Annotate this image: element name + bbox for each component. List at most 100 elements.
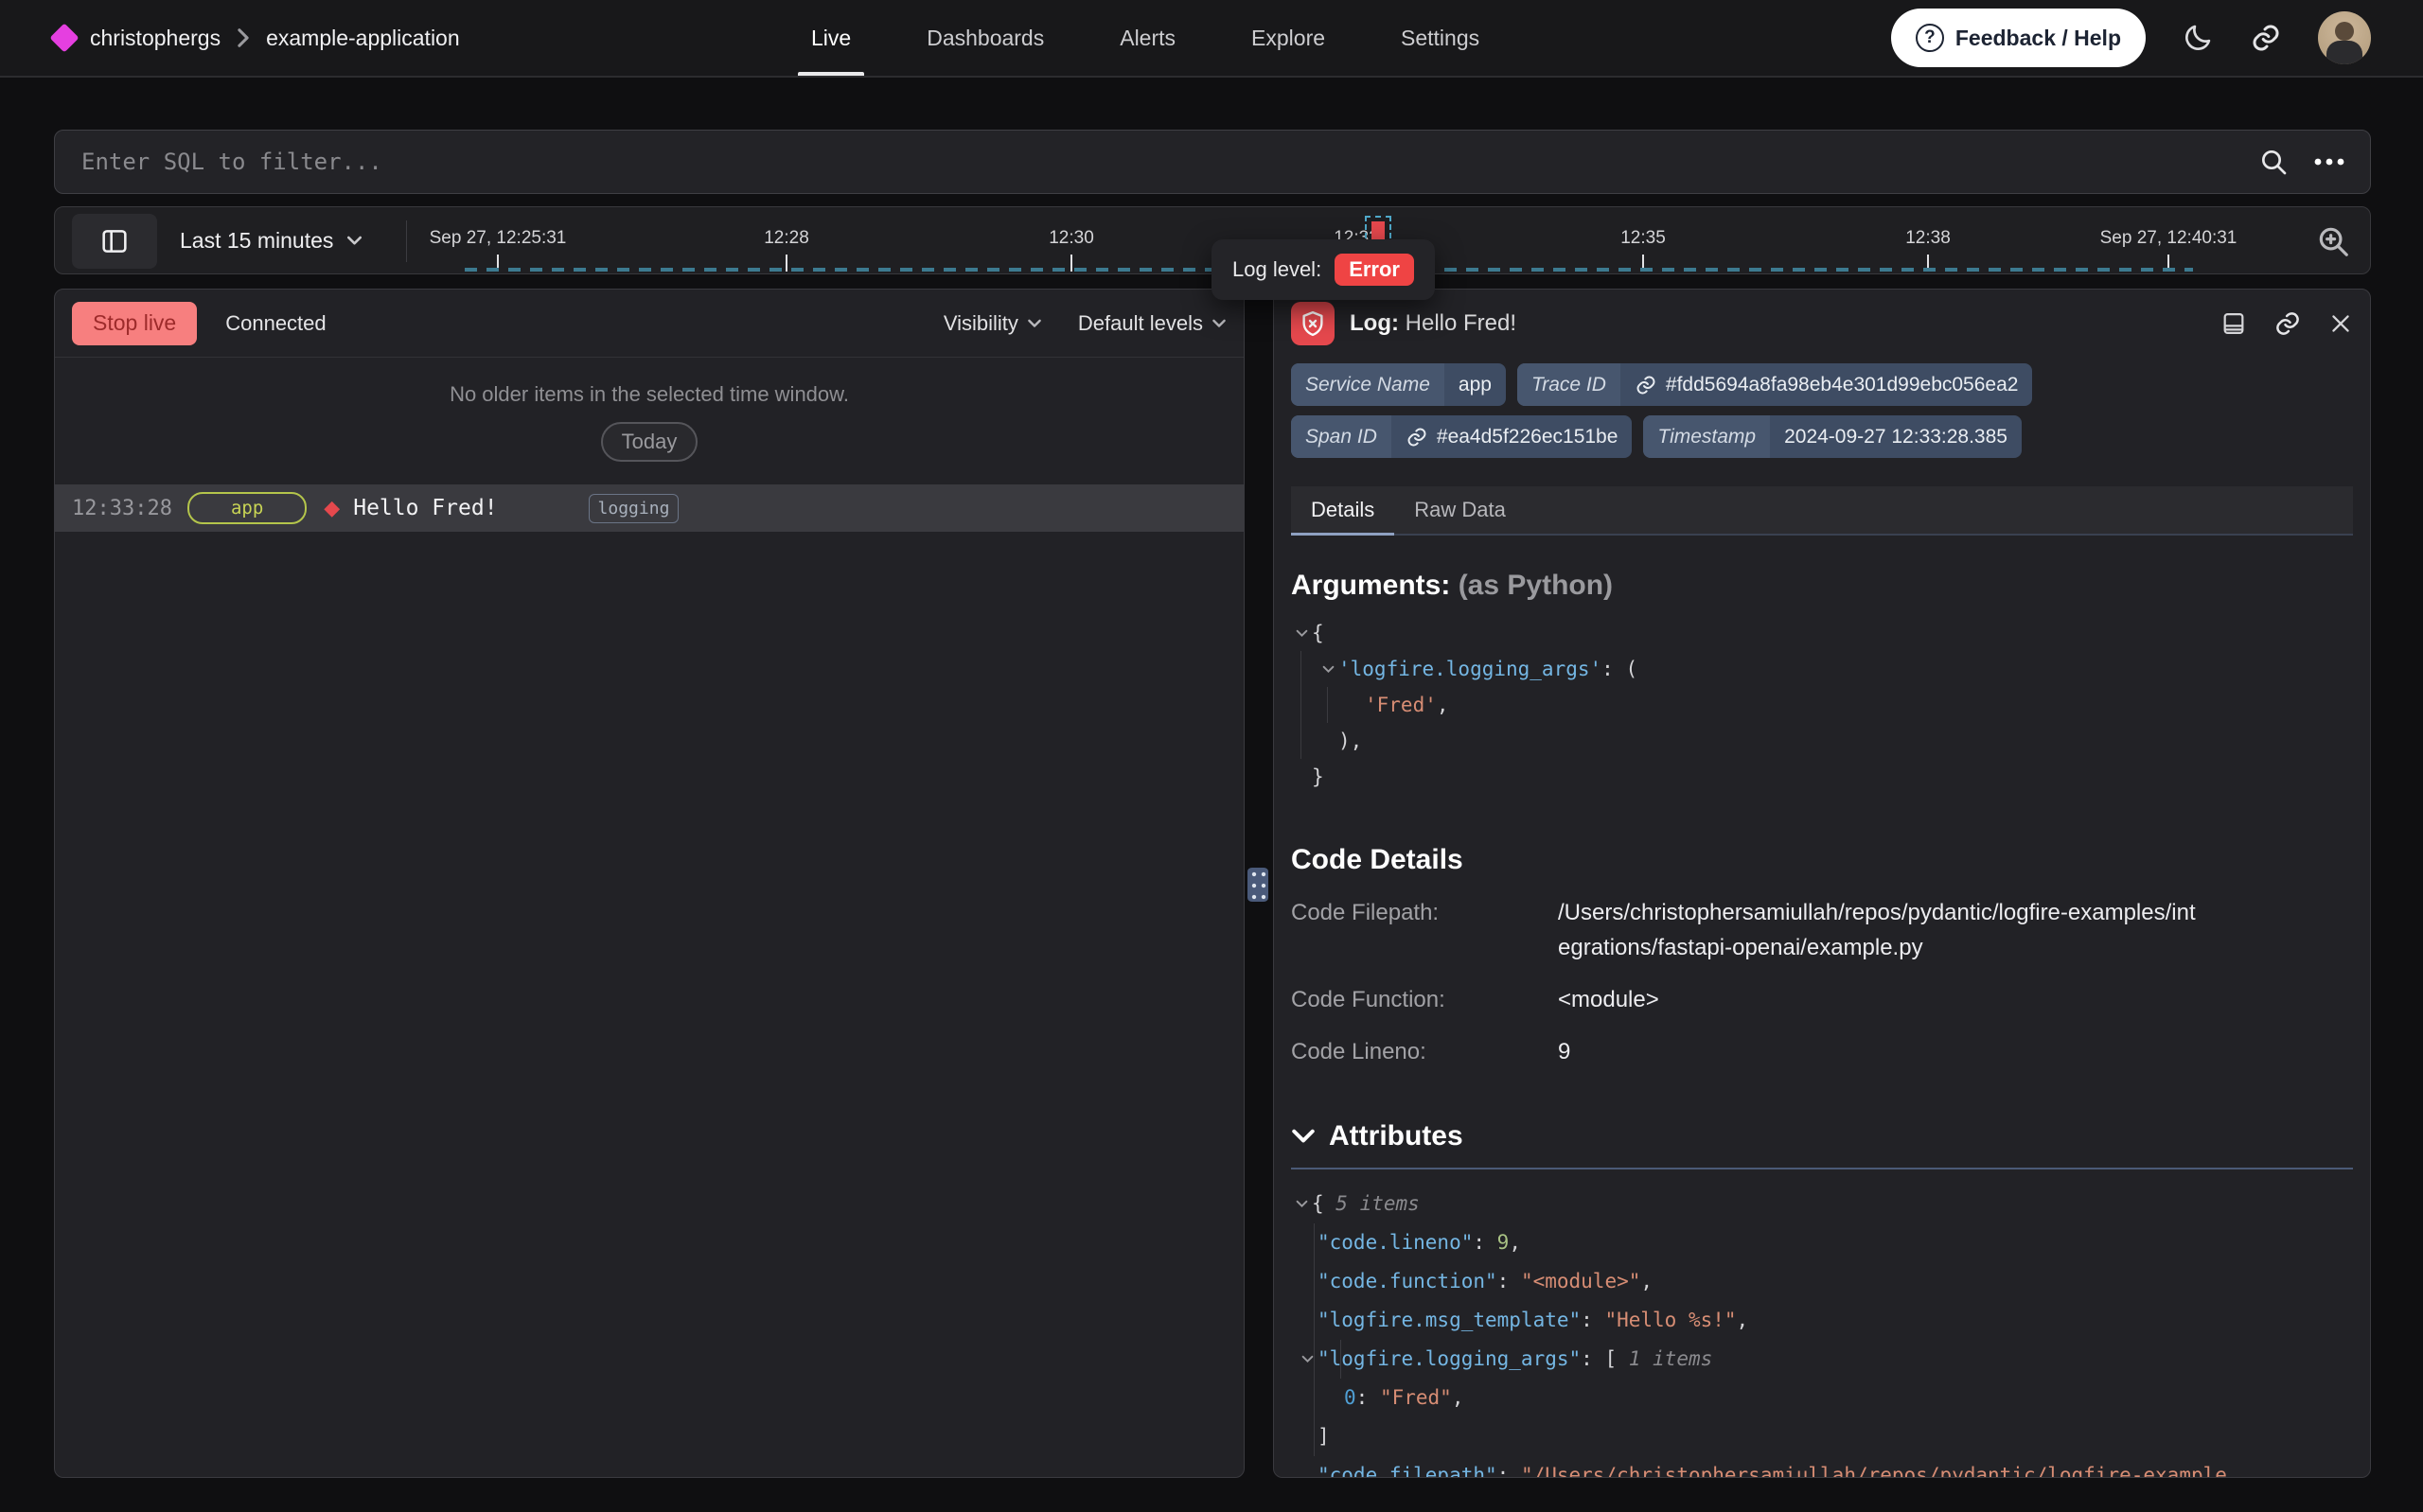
moon-icon	[2182, 22, 2214, 54]
trace-id-value: #fdd5694a8fa98eb4e301d99ebc056ea2	[1666, 374, 2019, 396]
tab-raw-data[interactable]: Raw Data	[1394, 486, 1526, 534]
timeline-tick-label: 12:38	[1905, 228, 1951, 249]
lineno-label: Code Lineno:	[1291, 1034, 1558, 1069]
today-button[interactable]: Today	[601, 422, 699, 462]
connection-status: Connected	[225, 311, 326, 336]
log-title-prefix: Log:	[1350, 310, 1399, 336]
default-levels-label: Default levels	[1078, 311, 1203, 336]
code-details-heading: Code Details	[1291, 844, 2353, 876]
service-badge[interactable]: app	[187, 492, 307, 524]
breadcrumb-org[interactable]: christophergs	[90, 26, 221, 51]
empty-window-message: No older items in the selected time wind…	[55, 382, 1244, 407]
log-row-selected[interactable]: 12:33:28 app ◆ Hello Fred! logging	[55, 484, 1244, 532]
feedback-help-button[interactable]: ? Feedback / Help	[1891, 9, 2146, 67]
code-text: ,	[1640, 1262, 1653, 1301]
time-range-label: Last 15 minutes	[180, 228, 333, 254]
arguments-heading-sub: (as Python)	[1459, 570, 1613, 601]
dark-mode-toggle[interactable]	[2182, 22, 2214, 54]
search-icon[interactable]	[2258, 147, 2289, 177]
visibility-dropdown[interactable]: Visibility	[944, 311, 1042, 336]
log-timestamp: 12:33:28	[72, 497, 172, 520]
divider	[406, 220, 407, 262]
code-text: ,	[1509, 1223, 1521, 1262]
badge-label: Span ID	[1291, 415, 1391, 458]
code-string: 'Fred'	[1365, 687, 1437, 723]
timeline-tick-label: Sep 27, 12:25:31	[430, 228, 567, 249]
chevron-right-icon	[236, 27, 251, 48]
code-text: ,	[1452, 1379, 1464, 1417]
tab-details[interactable]: Details	[1291, 486, 1394, 534]
time-range-selector[interactable]: Last 15 minutes	[180, 207, 363, 273]
code-string: "Fred"	[1380, 1379, 1452, 1417]
zoom-in-icon	[2315, 223, 2351, 259]
timestamp-value: 2024-09-27 12:33:28.385	[1770, 415, 2022, 458]
feedback-help-label: Feedback / Help	[1955, 26, 2121, 51]
service-name-badge[interactable]: Service Name app	[1291, 363, 1506, 406]
error-shield-icon	[1291, 302, 1335, 345]
timestamp-badge[interactable]: Timestamp 2024-09-27 12:33:28.385	[1643, 415, 2022, 458]
code-text: ,	[1437, 687, 1449, 723]
code-number: 9	[1497, 1223, 1510, 1262]
code-key: "logfire.logging_args"	[1318, 1340, 1581, 1379]
lineno-value: 9	[1558, 1034, 2353, 1069]
sidebar-toggle-button[interactable]	[72, 214, 157, 269]
collapse-toggle-icon[interactable]	[1291, 1200, 1312, 1208]
timeline-tick-label: 12:30	[1049, 228, 1094, 249]
arguments-heading: Arguments: (as Python)	[1291, 570, 2353, 602]
code-text: :	[1473, 1223, 1496, 1262]
close-icon[interactable]	[2328, 311, 2353, 336]
panel-resize-grip[interactable]	[1244, 863, 1272, 906]
code-key: "code.function"	[1318, 1262, 1497, 1301]
badge-label: Service Name	[1291, 363, 1444, 406]
badge-label: Trace ID	[1517, 363, 1620, 406]
trace-id-badge[interactable]: Trace ID #fdd5694a8fa98eb4e301d99ebc056e…	[1517, 363, 2033, 406]
log-detail-title: Log: Hello Fred!	[1350, 310, 1516, 337]
code-text: ),	[1338, 723, 1362, 759]
code-text: :	[1497, 1262, 1521, 1301]
code-text: }	[1312, 759, 1324, 795]
attributes-section-toggle[interactable]: Attributes	[1291, 1120, 2353, 1152]
link-icon	[1635, 374, 1657, 396]
timeline-tick-label: 12:35	[1620, 228, 1666, 249]
breadcrumb-project[interactable]: example-application	[266, 26, 460, 51]
tab-settings[interactable]: Settings	[1401, 0, 1479, 76]
code-details-rows: Code Filepath: /Users/christophersamiull…	[1291, 895, 2353, 1069]
log-title-text: Hello Fred!	[1406, 310, 1516, 336]
tab-explore[interactable]: Explore	[1251, 0, 1325, 76]
timeline-tick-label: Sep 27, 12:40:31	[2100, 228, 2237, 249]
code-string: "/Users/christophersamiullah/repos/pydan…	[1521, 1456, 2227, 1478]
live-feed-toolbar: Stop live Connected Visibility Default l…	[55, 290, 1244, 358]
collapse-toggle-icon[interactable]	[1318, 665, 1338, 674]
function-label: Code Function:	[1291, 982, 1558, 1017]
sql-filter-input[interactable]	[55, 131, 2258, 193]
code-string: "<module>"	[1521, 1262, 1640, 1301]
dock-panel-icon[interactable]	[2220, 310, 2247, 337]
logging-tag[interactable]: logging	[589, 494, 680, 523]
share-link-button[interactable]	[2250, 22, 2282, 54]
panel-left-icon	[99, 226, 130, 256]
more-options-icon[interactable]	[2313, 156, 2345, 167]
user-avatar[interactable]	[2318, 11, 2371, 64]
tab-dashboards[interactable]: Dashboards	[927, 0, 1044, 76]
log-detail-header: Log: Hello Fred!	[1274, 290, 2370, 358]
collapse-toggle-icon[interactable]	[1291, 629, 1312, 638]
help-icon: ?	[1916, 24, 1944, 52]
span-id-badge[interactable]: Span ID #ea4d5f226ec151be	[1291, 415, 1632, 458]
span-id-value: #ea4d5f226ec151be	[1437, 426, 1618, 448]
logfire-logo-icon[interactable]	[49, 23, 79, 52]
default-levels-dropdown[interactable]: Default levels	[1078, 311, 1227, 336]
divider	[1291, 1168, 2353, 1169]
zoom-in-button[interactable]	[2315, 223, 2351, 259]
tab-live[interactable]: Live	[811, 0, 851, 76]
code-text: ]	[1318, 1417, 1330, 1456]
function-value: <module>	[1558, 982, 2353, 1017]
link-icon	[2250, 22, 2282, 54]
log-message: Hello Fred!	[353, 496, 497, 520]
copy-link-icon[interactable]	[2273, 309, 2302, 338]
code-text: :	[1356, 1379, 1380, 1417]
code-meta: 1 items	[1629, 1340, 1713, 1379]
filepath-value: /Users/christophersamiullah/repos/pydant…	[1558, 895, 2198, 965]
stop-live-button[interactable]: Stop live	[72, 302, 197, 345]
filepath-label: Code Filepath:	[1291, 895, 1558, 965]
tab-alerts[interactable]: Alerts	[1120, 0, 1176, 76]
